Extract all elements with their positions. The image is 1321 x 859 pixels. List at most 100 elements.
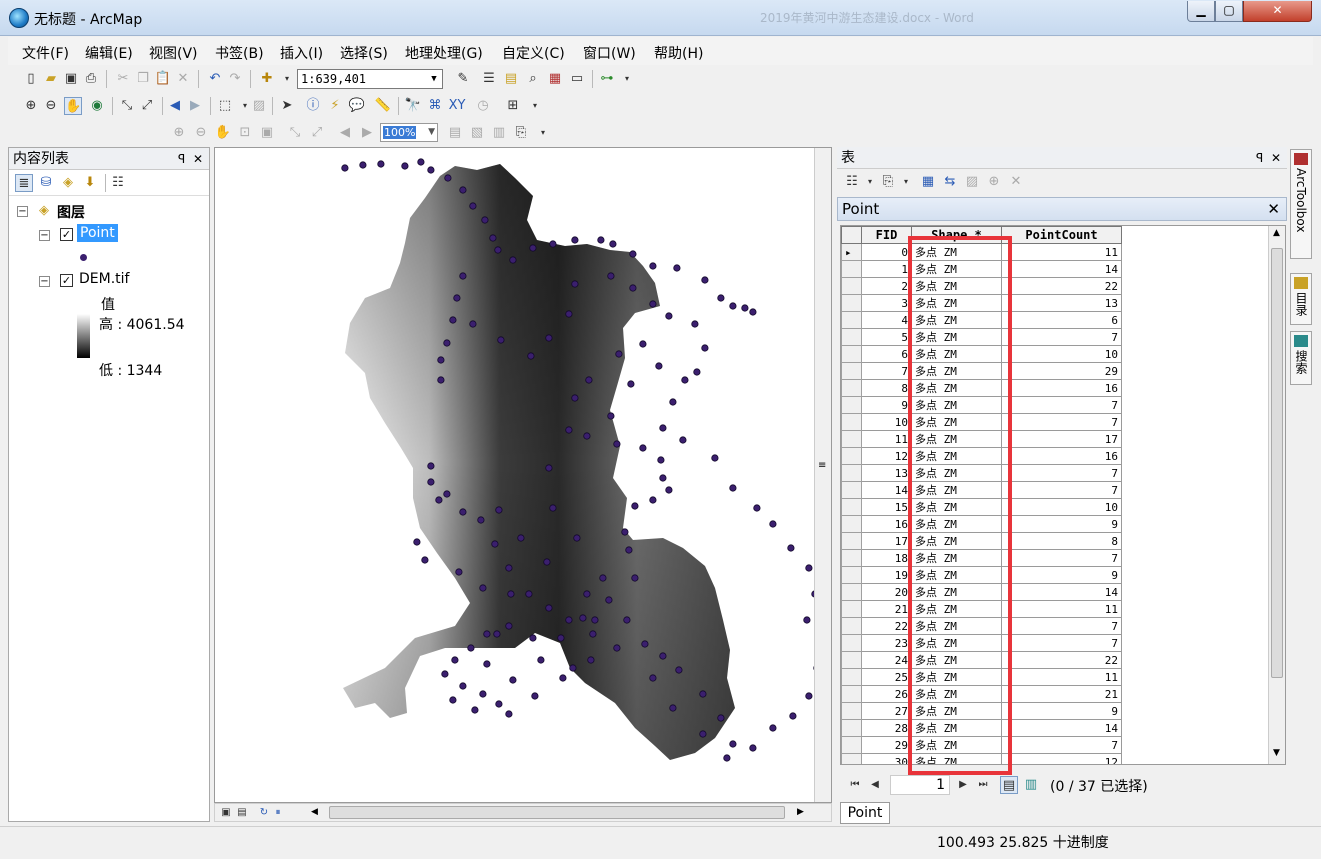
row-selector[interactable]: [841, 566, 862, 584]
cell-shape[interactable]: 多点 ZM: [911, 583, 1002, 601]
python-window-icon[interactable]: ▭: [568, 70, 586, 88]
layout-view-icon[interactable]: ▤: [233, 804, 251, 822]
point-feature[interactable]: [451, 656, 459, 664]
cell-shape[interactable]: 多点 ZM: [911, 566, 1002, 584]
point-feature[interactable]: [607, 412, 615, 420]
scroll-thumb[interactable]: [1271, 248, 1283, 678]
row-selector[interactable]: [841, 515, 862, 533]
expander-icon[interactable]: −: [17, 206, 28, 217]
point-feature[interactable]: [505, 564, 513, 572]
toggle-draft-icon[interactable]: ▤: [446, 124, 464, 142]
cell-fid[interactable]: 29: [861, 736, 912, 754]
point-feature[interactable]: [435, 496, 443, 504]
point-feature[interactable]: [623, 616, 631, 624]
table-row[interactable]: 25 多点 ZM 11: [841, 668, 1122, 686]
chevron-down-icon[interactable]: ▾: [861, 173, 879, 191]
point-feature[interactable]: [803, 616, 811, 624]
point-feature[interactable]: [505, 710, 513, 718]
point-feature[interactable]: [469, 320, 477, 328]
maximize-button[interactable]: ▢: [1215, 1, 1243, 22]
cell-pointcount[interactable]: 7: [1001, 634, 1122, 652]
point-feature[interactable]: [459, 682, 467, 690]
point-feature[interactable]: [483, 660, 491, 668]
time-slider-icon[interactable]: ◷: [474, 97, 492, 115]
scroll-down-icon[interactable]: ▼: [1273, 748, 1280, 758]
point-feature[interactable]: [649, 496, 657, 504]
search-window-icon[interactable]: ⌕: [524, 70, 542, 88]
point-feature[interactable]: [607, 272, 615, 280]
cell-pointcount[interactable]: 11: [1001, 243, 1122, 261]
point-feature[interactable]: [549, 504, 557, 512]
point-feature[interactable]: [401, 162, 409, 170]
cell-shape[interactable]: 多点 ZM: [911, 532, 1002, 550]
related-tables-icon[interactable]: ⎘: [879, 173, 897, 191]
point-feature[interactable]: [509, 676, 517, 684]
layout-zoom-combo[interactable]: 100% ▼: [380, 123, 438, 142]
forward-extent-icon[interactable]: ▶: [186, 97, 204, 115]
fixed-zoom-out-icon[interactable]: ⤢: [138, 97, 156, 115]
redo-icon[interactable]: ↷: [226, 70, 244, 88]
table-row[interactable]: 16 多点 ZM 9: [841, 515, 1122, 533]
layer-point-checkbox[interactable]: ✓: [60, 228, 73, 241]
menu-geoprocessing[interactable]: 地理处理(G): [405, 43, 483, 63]
point-feature[interactable]: [437, 356, 445, 364]
cell-fid[interactable]: 3: [861, 294, 912, 312]
row-selector[interactable]: [841, 634, 862, 652]
scroll-thumb[interactable]: [329, 806, 785, 819]
table-row[interactable]: 12 多点 ZM 16: [841, 447, 1122, 465]
point-feature[interactable]: [571, 394, 579, 402]
show-all-records-icon[interactable]: ▤: [1000, 776, 1018, 794]
identify-icon[interactable]: ⓘ: [304, 97, 322, 115]
point-feature[interactable]: [573, 534, 581, 542]
row-selector[interactable]: [841, 277, 862, 295]
cell-fid[interactable]: 5: [861, 328, 912, 346]
row-selector[interactable]: [841, 430, 862, 448]
point-feature[interactable]: [583, 590, 591, 598]
cell-fid[interactable]: 14: [861, 481, 912, 499]
point-feature[interactable]: [529, 634, 537, 642]
cell-pointcount[interactable]: 7: [1001, 396, 1122, 414]
cell-pointcount[interactable]: 7: [1001, 464, 1122, 482]
table-row[interactable]: 2 多点 ZM 22: [841, 277, 1122, 295]
point-feature[interactable]: [467, 644, 475, 652]
cell-shape[interactable]: 多点 ZM: [911, 430, 1002, 448]
cell-fid[interactable]: 17: [861, 532, 912, 550]
cell-pointcount[interactable]: 10: [1001, 498, 1122, 516]
point-feature[interactable]: [427, 478, 435, 486]
point-feature[interactable]: [769, 724, 777, 732]
table-vertical-scrollbar[interactable]: ▲ ▼: [1268, 226, 1285, 764]
point-feature[interactable]: [377, 160, 385, 168]
point-feature[interactable]: [483, 630, 491, 638]
map-horizontal-scrollbar[interactable]: ▣ ▤ ↻ ⏸ ◀ ▶: [214, 803, 832, 822]
row-selector[interactable]: [841, 702, 862, 720]
point-feature[interactable]: [701, 344, 709, 352]
layout-zoom-in-icon[interactable]: ⊕: [170, 124, 188, 142]
menu-bookmarks[interactable]: 书签(B): [215, 43, 264, 63]
layout-pan-icon[interactable]: ✋: [214, 124, 232, 142]
table-row[interactable]: 20 多点 ZM 14: [841, 583, 1122, 601]
cell-fid[interactable]: 4: [861, 311, 912, 329]
point-feature[interactable]: [659, 424, 667, 432]
go-to-xy-icon[interactable]: XY: [448, 97, 466, 115]
cell-shape[interactable]: 多点 ZM: [911, 685, 1002, 703]
point-feature[interactable]: [621, 528, 629, 536]
point-feature[interactable]: [787, 544, 795, 552]
change-layout-icon[interactable]: ▥: [490, 124, 508, 142]
list-by-visibility-icon[interactable]: ◈: [59, 174, 77, 192]
cell-shape[interactable]: 多点 ZM: [911, 719, 1002, 737]
chevron-down-icon[interactable]: ▾: [897, 173, 915, 191]
select-features-icon[interactable]: ⬚: [216, 97, 234, 115]
table-row[interactable]: 9 多点 ZM 7: [841, 396, 1122, 414]
point-feature[interactable]: [491, 540, 499, 548]
cell-shape[interactable]: 多点 ZM: [911, 260, 1002, 278]
pause-drawing-icon[interactable]: ⏸: [269, 804, 287, 822]
list-by-selection-icon[interactable]: ⬇: [81, 174, 99, 192]
data-driven-pages-icon[interactable]: ⎘: [512, 124, 530, 142]
cell-shape[interactable]: 多点 ZM: [911, 345, 1002, 363]
map-scale-combo[interactable]: 1:639,401 ▼: [297, 69, 443, 89]
layer-dem-checkbox[interactable]: ✓: [60, 274, 73, 287]
back-extent-icon[interactable]: ◀: [166, 97, 184, 115]
table-row[interactable]: 26 多点 ZM 21: [841, 685, 1122, 703]
cell-fid[interactable]: 1: [861, 260, 912, 278]
point-feature[interactable]: [639, 340, 647, 348]
